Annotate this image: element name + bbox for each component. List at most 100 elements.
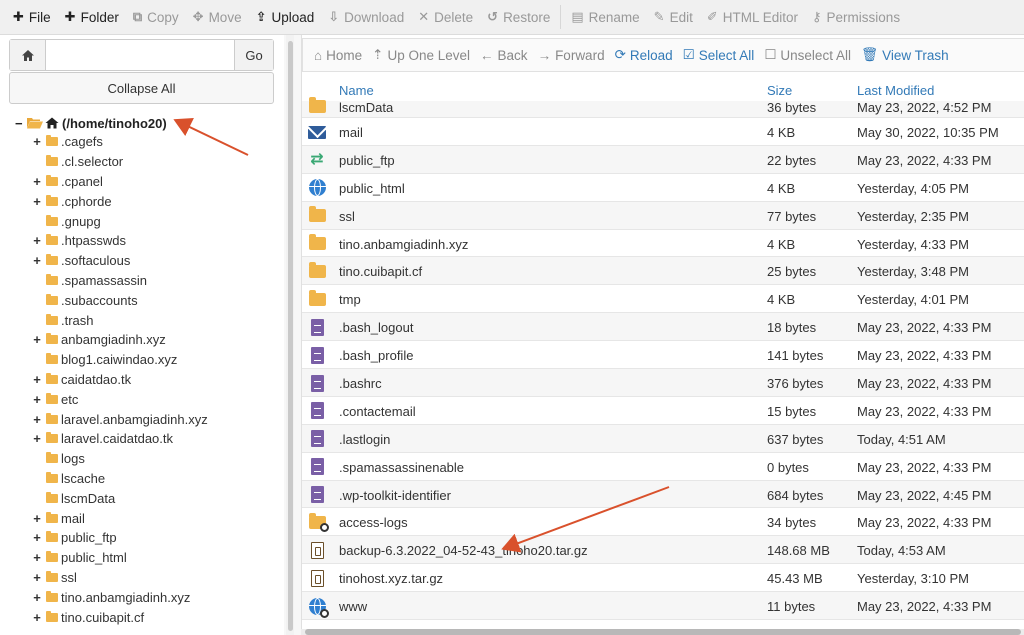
expand-icon[interactable]: + — [32, 392, 42, 407]
expand-icon[interactable]: + — [32, 590, 42, 605]
file-name[interactable]: .bash_profile — [339, 348, 413, 363]
column-last-modified[interactable]: Last Modified — [857, 83, 934, 98]
tree-node[interactable]: + .cagefs — [15, 132, 280, 152]
tree-node[interactable]: + anbamgiadinh.xyz — [15, 330, 280, 350]
view-trash-button[interactable]: 🗑 View Trash — [856, 39, 954, 71]
tree-node[interactable]: + .cpanel — [15, 172, 280, 192]
file-name[interactable]: lscmData — [339, 100, 393, 115]
toolbar-upload-button[interactable]: ⇪ Upload — [249, 0, 322, 34]
home-button[interactable]: ⌂ Home — [309, 39, 367, 71]
tree-node[interactable]: + .softaculous — [15, 251, 280, 271]
toolbar-rename-button[interactable]: ▤ Rename — [564, 0, 646, 34]
file-name[interactable]: backup-6.3.2022_04-52-43_tinoho20.tar.gz — [339, 543, 588, 558]
tree-node[interactable]: + public_html — [15, 548, 280, 568]
expand-icon[interactable]: + — [32, 412, 42, 427]
file-row[interactable]: lscmData 36 bytes May 23, 2022, 4:52 PM — [302, 96, 1024, 118]
file-row[interactable]: .wp-toolkit-identifier 684 bytes May 23, 2… — [302, 480, 1024, 509]
expand-icon[interactable]: + — [32, 431, 42, 446]
tree-node[interactable]: +logs — [15, 449, 280, 469]
expand-icon[interactable]: + — [32, 174, 42, 189]
file-name[interactable]: tmp — [339, 292, 361, 307]
file-row[interactable]: access-logs 34 bytes May 23, 2022, 4:33 PM — [302, 508, 1024, 537]
home-icon-button[interactable] — [10, 40, 47, 70]
expand-icon[interactable]: + — [32, 610, 42, 625]
tree-node[interactable]: + etc — [15, 389, 280, 409]
tree-node[interactable]: +lscache — [15, 469, 280, 489]
column-name[interactable]: Name — [339, 83, 374, 98]
tree-node[interactable]: + caidatdao.tk — [15, 370, 280, 390]
splitter-grip[interactable] — [288, 41, 293, 631]
toolbar-folder-button[interactable]: ✚ Folder — [58, 0, 126, 34]
file-row[interactable]: ssl 77 bytes Yesterday, 2:35 PM — [302, 201, 1024, 230]
expand-icon[interactable]: + — [32, 233, 42, 248]
expand-icon[interactable]: + — [32, 332, 42, 347]
tree-node[interactable]: + mail — [15, 508, 280, 528]
back-button[interactable]: ← Back — [475, 39, 533, 71]
file-row[interactable]: tmp 4 KB Yesterday, 4:01 PM — [302, 285, 1024, 314]
tree-node[interactable]: + laravel.caidatdao.tk — [15, 429, 280, 449]
select-all-button[interactable]: ☑ Select All — [678, 39, 760, 71]
tree-node[interactable]: + tino.cuibapit.cf — [15, 607, 280, 627]
scrollbar-thumb[interactable] — [305, 629, 1021, 635]
file-name[interactable]: public_html — [339, 181, 405, 196]
expand-icon[interactable]: + — [32, 550, 42, 565]
expand-icon[interactable]: + — [32, 372, 42, 387]
file-row[interactable]: public_html 4 KB Yesterday, 4:05 PM — [302, 174, 1024, 202]
tree-node[interactable]: +.spamassassin — [15, 271, 280, 291]
collapse-all-button[interactable]: Collapse All — [9, 72, 274, 104]
file-name[interactable]: ssl — [339, 209, 355, 224]
file-name[interactable]: tinohost.xyz.tar.gz — [339, 571, 443, 586]
toolbar-download-button[interactable]: ⇩ Download — [321, 0, 411, 34]
tree-node[interactable]: +.gnupg — [15, 211, 280, 231]
file-name[interactable]: public_ftp — [339, 153, 395, 168]
unselect-all-button[interactable]: ☐ Unselect All — [759, 39, 856, 71]
collapse-icon[interactable]: − — [15, 116, 27, 131]
file-row[interactable]: .bash_profile 141 bytes May 23, 2022, 4:33… — [302, 341, 1024, 370]
path-input[interactable] — [46, 40, 235, 70]
file-row[interactable]: .contactemail 15 bytes May 23, 2022, 4:33 … — [302, 397, 1024, 425]
file-name[interactable]: tino.anbamgiadinh.xyz — [339, 237, 468, 252]
file-name[interactable]: access-logs — [339, 515, 408, 530]
toolbar-edit-button[interactable]: ✎ Edit — [647, 0, 700, 34]
file-row[interactable]: ⇄ public_ftp 22 bytes May 23, 2022, 4:33 PM — [302, 145, 1024, 174]
tree-node[interactable]: +lscmData — [15, 488, 280, 508]
toolbar-delete-button[interactable]: ✕ Delete — [411, 0, 480, 34]
file-row[interactable]: mail 4 KB May 30, 2022, 10:35 PM — [302, 118, 1024, 146]
tree-node[interactable]: +.trash — [15, 310, 280, 330]
file-row[interactable]: .spamassassinenable 0 bytes May 23, 2022, … — [302, 453, 1024, 481]
expand-icon[interactable]: + — [32, 253, 42, 268]
tree-node[interactable]: + ssl — [15, 568, 280, 588]
column-size[interactable]: Size — [767, 83, 792, 98]
file-row[interactable]: tino.anbamgiadinh.xyz 4 KB Yesterday, 4:33… — [302, 230, 1024, 258]
expand-icon[interactable]: + — [32, 134, 42, 149]
file-name[interactable]: mail — [339, 125, 363, 140]
file-name[interactable]: www — [339, 599, 367, 614]
tree-node[interactable]: + .cphorde — [15, 191, 280, 211]
file-name[interactable]: .lastlogin — [339, 432, 390, 447]
reload-button[interactable]: ⟳ Reload — [610, 39, 678, 71]
tree-node[interactable]: +blog1.caiwindao.xyz — [15, 350, 280, 370]
file-name[interactable]: tino.cuibapit.cf — [339, 264, 422, 279]
tree-node[interactable]: + laravel.anbamgiadinh.xyz — [15, 409, 280, 429]
toolbar-move-button[interactable]: ✥ Move — [186, 0, 249, 34]
expand-icon[interactable]: + — [32, 511, 42, 526]
file-row[interactable]: .lastlogin 637 bytes Today, 4:51 AM — [302, 424, 1024, 453]
expand-icon[interactable]: + — [32, 530, 42, 545]
file-name[interactable]: .wp-toolkit-identifier — [339, 488, 451, 503]
file-name[interactable]: .bash_logout — [339, 320, 413, 335]
toolbar-permissions-button[interactable]: ⚷ Permissions — [805, 0, 907, 34]
file-name[interactable]: .contactemail — [339, 404, 416, 419]
panel-splitter[interactable] — [286, 35, 294, 635]
toolbar-html-editor-button[interactable]: ✐ HTML Editor — [700, 0, 805, 34]
file-row[interactable]: tino.cuibapit.cf 25 bytes Yesterday, 3:48 … — [302, 257, 1024, 286]
horizontal-scrollbar[interactable] — [301, 629, 1024, 635]
file-row[interactable]: .bashrc 376 bytes May 23, 2022, 4:33 PM — [302, 369, 1024, 397]
file-row[interactable]: backup-6.3.2022_04-52-43_tinoho20.tar.gz… — [302, 536, 1024, 565]
tree-node[interactable]: + .htpasswds — [15, 231, 280, 251]
tree-node[interactable]: +.cl.selector — [15, 152, 280, 172]
file-row[interactable]: tinohost.xyz.tar.gz 45.43 MB Yesterday, 3:… — [302, 564, 1024, 593]
tree-node[interactable]: +.subaccounts — [15, 290, 280, 310]
file-row[interactable]: .bash_logout 18 bytes May 23, 2022, 4:33 P… — [302, 313, 1024, 342]
toolbar-restore-button[interactable]: ↺ Restore — [480, 0, 557, 34]
toolbar-file-button[interactable]: ✚ File — [6, 0, 58, 34]
